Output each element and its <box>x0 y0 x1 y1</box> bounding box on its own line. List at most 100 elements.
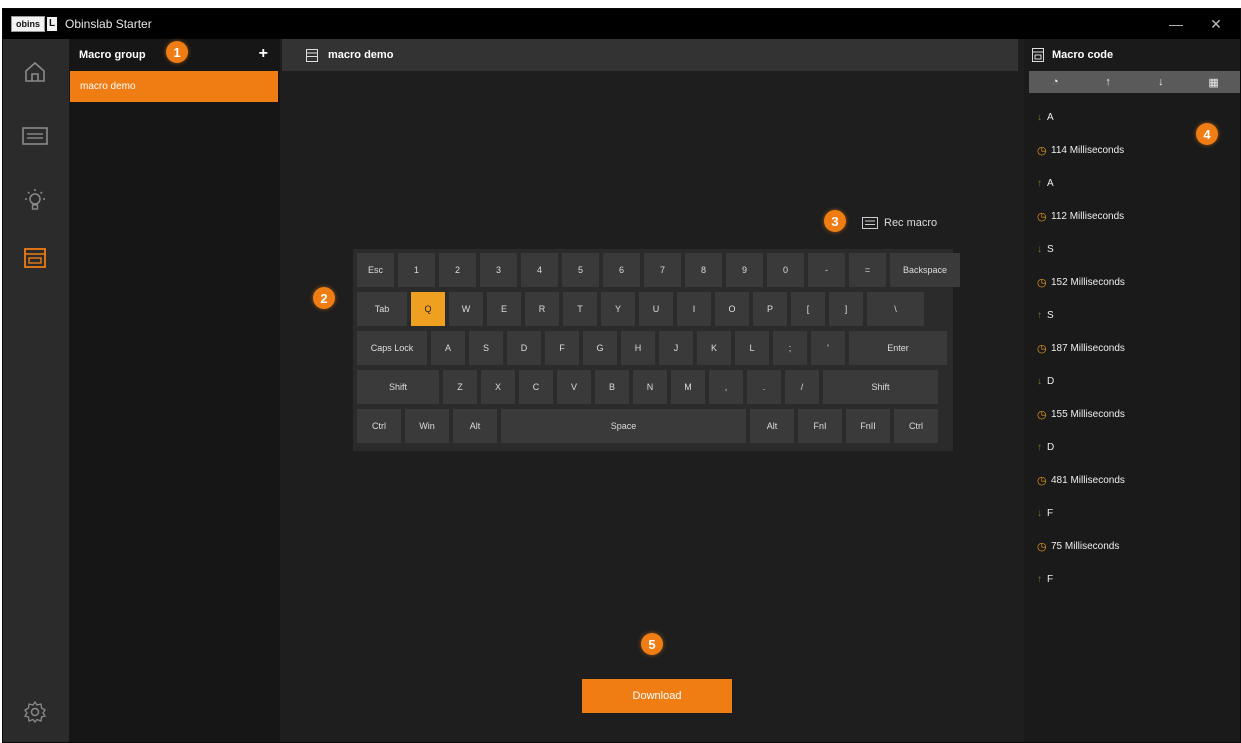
home-icon[interactable] <box>20 57 50 87</box>
key-i[interactable]: I <box>677 292 711 326</box>
macro-code-entry[interactable]: ◷ 75 Milliseconds <box>1037 530 1187 563</box>
key-q[interactable]: Q <box>411 292 445 326</box>
key-d[interactable]: D <box>507 331 541 365</box>
key-r[interactable]: R <box>525 292 559 326</box>
key-b[interactable]: B <box>595 370 629 404</box>
macro-code-text: S <box>1047 310 1054 321</box>
key-tab[interactable]: Tab <box>357 292 407 326</box>
delete-icon[interactable]: ▦ <box>1206 74 1222 90</box>
key-8[interactable]: 8 <box>685 253 722 287</box>
key-;[interactable]: ; <box>773 331 807 365</box>
key-[[interactable]: [ <box>791 292 825 326</box>
key-2[interactable]: 2 <box>439 253 476 287</box>
key-esc[interactable]: Esc <box>357 253 394 287</box>
macro-code-text: 75 Milliseconds <box>1051 541 1120 552</box>
macro-code-entry[interactable]: ◷ 152 Milliseconds <box>1037 266 1187 299</box>
download-button[interactable]: Download <box>582 679 732 713</box>
macro-code-entry[interactable]: ↓ D <box>1037 365 1187 398</box>
key-c[interactable]: C <box>519 370 553 404</box>
key-k[interactable]: K <box>697 331 731 365</box>
key-fni[interactable]: FnI <box>798 409 842 443</box>
macro-group-item[interactable]: macro demo <box>70 71 278 102</box>
key-enter[interactable]: Enter <box>849 331 947 365</box>
macro-code-entry[interactable]: ↑ A <box>1037 167 1187 200</box>
key-ctrl[interactable]: Ctrl <box>357 409 401 443</box>
key-caps-lock[interactable]: Caps Lock <box>357 331 427 365</box>
macro-code-entry[interactable]: ◷ 114 Milliseconds <box>1037 134 1187 167</box>
macro-code-entry[interactable]: ◷ 112 Milliseconds <box>1037 200 1187 233</box>
key-0[interactable]: 0 <box>767 253 804 287</box>
key-u[interactable]: U <box>639 292 673 326</box>
key-6[interactable]: 6 <box>603 253 640 287</box>
macro-code-entry[interactable]: ↓ A <box>1037 101 1187 134</box>
key-n[interactable]: N <box>633 370 667 404</box>
key-t[interactable]: T <box>563 292 597 326</box>
macro-code-list: ↓ A ◷ 114 Milliseconds ↑ A ◷ 112 Milliseconds ↓ S… <box>1037 101 1187 596</box>
key-j[interactable]: J <box>659 331 693 365</box>
key-p[interactable]: P <box>753 292 787 326</box>
add-macro-button[interactable]: + <box>259 45 268 63</box>
key-4[interactable]: 4 <box>521 253 558 287</box>
key-z[interactable]: Z <box>443 370 477 404</box>
key-][interactable]: ] <box>829 292 863 326</box>
key-ctrl[interactable]: Ctrl <box>894 409 938 443</box>
macro-code-entry[interactable]: ↓ S <box>1037 233 1187 266</box>
key-=[interactable]: = <box>849 253 886 287</box>
key-alt[interactable]: Alt <box>453 409 497 443</box>
key-g[interactable]: G <box>583 331 617 365</box>
key-v[interactable]: V <box>557 370 591 404</box>
settings-gear-icon[interactable] <box>20 697 50 727</box>
key-l[interactable]: L <box>735 331 769 365</box>
key-,[interactable]: , <box>709 370 743 404</box>
key-f[interactable]: F <box>545 331 579 365</box>
macro-code-entry[interactable]: ◷ 481 Milliseconds <box>1037 464 1187 497</box>
macro-code-entry[interactable]: ↓ F <box>1037 497 1187 530</box>
key-5[interactable]: 5 <box>562 253 599 287</box>
clock-icon[interactable]: ◔ <box>1047 74 1063 90</box>
macro-icon[interactable] <box>20 243 50 273</box>
macro-code-entry[interactable]: ◷ 187 Milliseconds <box>1037 332 1187 365</box>
key-alt[interactable]: Alt <box>750 409 794 443</box>
macro-code-entry[interactable]: ↑ S <box>1037 299 1187 332</box>
rec-macro-button[interactable]: Rec macro <box>862 217 937 229</box>
key-/[interactable]: / <box>785 370 819 404</box>
key-3[interactable]: 3 <box>480 253 517 287</box>
key-o[interactable]: O <box>715 292 749 326</box>
key-e[interactable]: E <box>487 292 521 326</box>
key-y[interactable]: Y <box>601 292 635 326</box>
key-.[interactable]: . <box>747 370 781 404</box>
key-shift[interactable]: Shift <box>357 370 439 404</box>
key-win[interactable]: Win <box>405 409 449 443</box>
key-backspace[interactable]: Backspace <box>890 253 960 287</box>
key-7[interactable]: 7 <box>644 253 681 287</box>
close-button[interactable]: ✕ <box>1196 9 1236 39</box>
key-h[interactable]: H <box>621 331 655 365</box>
keyboard-icon[interactable] <box>20 121 50 151</box>
key-1[interactable]: 1 <box>398 253 435 287</box>
key-s[interactable]: S <box>469 331 503 365</box>
light-bulb-icon[interactable] <box>20 185 50 215</box>
delay-clock-icon: ◷ <box>1037 343 1047 355</box>
key-w[interactable]: W <box>449 292 483 326</box>
key-fnii[interactable]: FnII <box>846 409 890 443</box>
macro-code-toolbar: ◔ ↑ ↓ ▦ <box>1029 71 1240 93</box>
macro-code-entry[interactable]: ↑ F <box>1037 563 1187 596</box>
key-x[interactable]: X <box>481 370 515 404</box>
key--[interactable]: - <box>808 253 845 287</box>
key-shift[interactable]: Shift <box>823 370 938 404</box>
key-a[interactable]: A <box>431 331 465 365</box>
minimize-button[interactable]: — <box>1156 9 1196 39</box>
key-m[interactable]: M <box>671 370 705 404</box>
key-9[interactable]: 9 <box>726 253 763 287</box>
macro-code-entry[interactable]: ↑ D <box>1037 431 1187 464</box>
move-up-icon[interactable]: ↑ <box>1100 74 1116 90</box>
move-down-icon[interactable]: ↓ <box>1153 74 1169 90</box>
key-up-icon: ↑ <box>1037 310 1042 321</box>
key-'[interactable]: ' <box>811 331 845 365</box>
macro-code-text: S <box>1047 244 1054 255</box>
key-backslash[interactable]: \ <box>867 292 924 326</box>
macro-code-entry[interactable]: ◷ 155 Milliseconds <box>1037 398 1187 431</box>
macro-code-icon <box>1032 48 1044 62</box>
key-space[interactable]: Space <box>501 409 746 443</box>
delay-clock-icon: ◷ <box>1037 145 1047 157</box>
